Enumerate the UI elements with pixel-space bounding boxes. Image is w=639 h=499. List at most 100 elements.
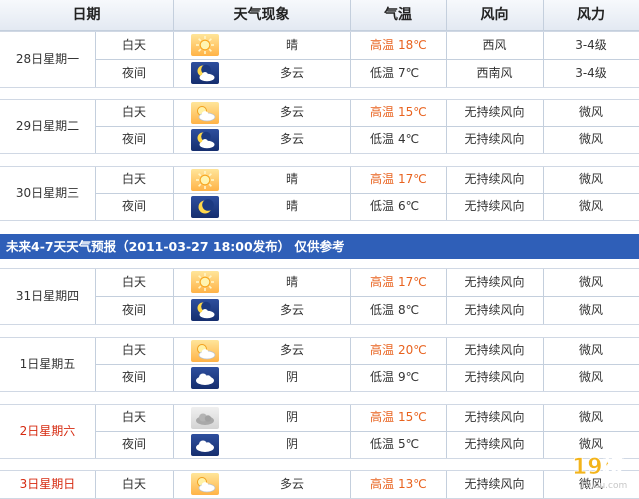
temp-value: 20℃ (398, 343, 427, 357)
wind-direction: 无持续风向 (464, 477, 525, 491)
weather-desc: 多云 (279, 343, 304, 357)
moon-cloud-icon (191, 128, 219, 151)
wind-force: 微风 (578, 199, 603, 213)
date-cell: 30日星期三 (15, 186, 80, 200)
block-bottom-border (0, 153, 639, 154)
period-label: 夜间 (121, 437, 146, 451)
wind-force: 微风 (578, 303, 603, 317)
weather-desc: 晴 (285, 199, 298, 213)
header-wind-force: 风力 (577, 7, 605, 23)
temp-label: 高温 (369, 343, 394, 357)
sunny-icon (191, 34, 219, 56)
wind-force: 微风 (578, 275, 603, 289)
temp-label: 高温 (369, 275, 394, 289)
header-temp: 气温 (384, 7, 412, 23)
weather-desc: 多云 (279, 477, 304, 491)
wind-force: 3-4级 (575, 66, 607, 80)
wind-direction: 无持续风向 (464, 172, 525, 186)
forecast-banner-text: 未来4-7天天气预报（2011-03-27 18:00发布） 仅供参考 (6, 239, 345, 254)
wind-force: 微风 (578, 132, 603, 146)
temp-label: 高温 (369, 105, 394, 119)
weather-desc: 多云 (279, 132, 304, 146)
temp-value: 9℃ (398, 370, 420, 384)
period-label: 白天 (121, 477, 146, 491)
period-label: 夜间 (121, 66, 146, 80)
column-divider (173, 470, 174, 498)
sun-cloud-icon (191, 473, 219, 495)
block-bottom-border (0, 87, 639, 88)
header-divider (173, 0, 174, 31)
period-label: 白天 (121, 410, 146, 424)
period-label: 白天 (121, 105, 146, 119)
weather-desc: 多云 (279, 66, 304, 80)
temp-label: 高温 (369, 410, 394, 424)
watermark-logo: 19楼 19lou.com (570, 448, 634, 492)
temp-value: 18℃ (398, 38, 427, 52)
date-cell: 29日星期二 (15, 119, 80, 133)
wind-force: 微风 (578, 370, 603, 384)
temp-value: 15℃ (398, 410, 427, 424)
weather-forecast-table: 日期 天气现象 气温 风向 风力 28日星期一 白天晴高温 18℃ 西风 3-4级 夜间 多云 低温 7℃… (0, 0, 639, 499)
wind-force: 微风 (578, 410, 603, 424)
sunny-icon (191, 168, 219, 191)
wind-direction: 无持续风向 (464, 105, 525, 119)
temp-label: 低温 (369, 437, 394, 451)
block-bottom-border (0, 324, 639, 325)
header-divider (543, 0, 544, 31)
period-label: 白天 (121, 38, 146, 52)
block-bottom-border (0, 220, 639, 221)
weather-desc: 晴 (285, 38, 298, 52)
sun-cloud-icon (191, 339, 219, 362)
weather-desc: 阴 (285, 410, 298, 424)
weather-desc: 阴 (285, 370, 298, 384)
wind-direction: 无持续风向 (464, 303, 525, 317)
date-cell: 1日星期五 (19, 357, 76, 371)
temp-label: 高温 (369, 172, 394, 186)
temp-value: 15℃ (398, 105, 427, 119)
period-label: 白天 (121, 343, 146, 357)
overcast-icon (191, 406, 219, 429)
date-cell: 31日星期四 (15, 289, 80, 303)
cloud-night-icon (191, 433, 219, 456)
period-label: 夜间 (121, 132, 146, 146)
temp-value: 8℃ (398, 303, 420, 317)
temp-value: 6℃ (398, 199, 420, 213)
temp-value: 4℃ (398, 132, 420, 146)
weather-desc: 晴 (285, 172, 298, 186)
wind-force: 微风 (578, 343, 603, 357)
block-bottom-border (0, 391, 639, 392)
wind-direction: 西风 (482, 38, 507, 52)
date-cell: 28日星期一 (15, 52, 80, 66)
block-bottom-border (0, 458, 639, 459)
cloud-night-icon (191, 366, 219, 389)
temp-value: 5℃ (398, 437, 420, 451)
moon-cloud-icon (191, 299, 219, 321)
wind-force: 3-4级 (575, 38, 607, 52)
date-cell: 2日星期六 (19, 424, 76, 438)
temp-label: 低温 (369, 66, 394, 80)
weather-desc: 多云 (279, 303, 304, 317)
wind-direction: 无持续风向 (464, 132, 525, 146)
wind-direction: 无持续风向 (464, 275, 525, 289)
header-divider (446, 0, 447, 31)
wind-direction: 无持续风向 (464, 410, 525, 424)
sunny-icon (191, 271, 219, 293)
svg-text:19lou.com: 19lou.com (580, 481, 627, 491)
temp-label: 高温 (369, 477, 394, 491)
wind-direction: 无持续风向 (464, 343, 525, 357)
temp-label: 低温 (369, 303, 394, 317)
wind-force: 微风 (578, 172, 603, 186)
moon-cloud-icon (191, 62, 219, 84)
temp-value: 17℃ (398, 172, 427, 186)
weather-desc: 阴 (285, 437, 298, 451)
header-date: 日期 (72, 7, 101, 23)
header-weather: 天气现象 (233, 7, 290, 23)
period-label: 夜间 (121, 370, 146, 384)
weather-desc: 晴 (285, 275, 298, 289)
temp-value: 13℃ (398, 477, 427, 491)
period-label: 白天 (121, 275, 146, 289)
header-wind-dir: 风向 (480, 7, 509, 23)
wind-force: 微风 (578, 105, 603, 119)
period-label: 夜间 (121, 199, 146, 213)
date-cell: 3日星期日 (19, 477, 76, 491)
